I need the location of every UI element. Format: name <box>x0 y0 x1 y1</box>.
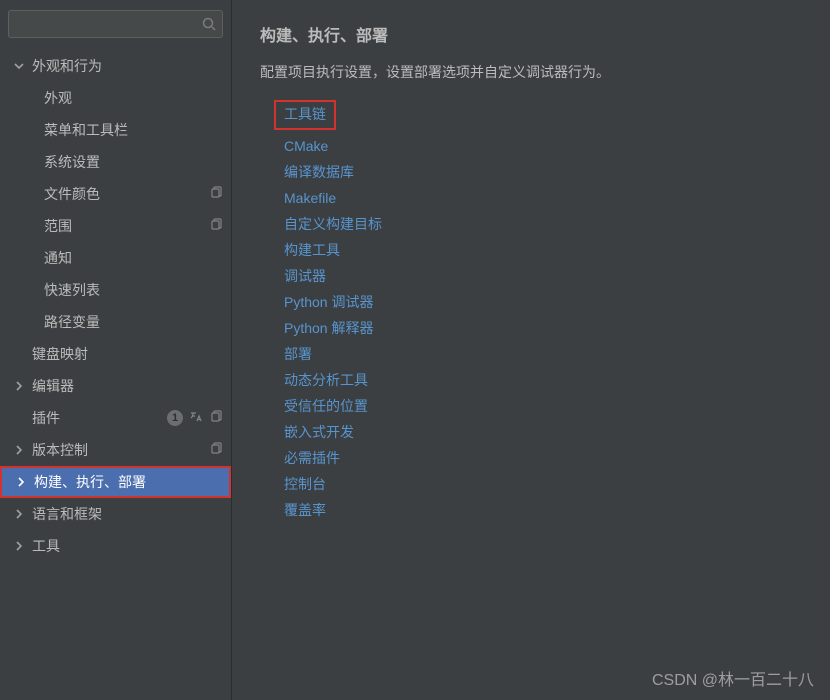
settings-link[interactable]: 调试器 <box>284 266 326 286</box>
project-scope-icon <box>209 442 223 459</box>
settings-link[interactable]: 部署 <box>284 344 312 364</box>
chevron-down-icon <box>10 57 28 75</box>
sidebar-item-label: 范围 <box>44 216 209 236</box>
settings-link[interactable]: Python 调试器 <box>284 292 373 312</box>
main-panel: 构建、执行、部署 配置项目执行设置，设置部署选项并自定义调试器行为。 工具链 CM… <box>232 0 830 700</box>
settings-links: 工具链 CMake 编译数据库 Makefile 自定义构建目标构建工具调试器 Pytho… <box>260 100 802 520</box>
sidebar-item-label: 外观 <box>44 88 223 108</box>
sidebar-item[interactable]: 文件颜色 <box>0 178 231 210</box>
sidebar-item-label: 插件 <box>32 408 167 428</box>
search-input[interactable] <box>8 10 223 38</box>
chevron-right-icon <box>10 505 28 523</box>
sidebar-item-label: 构建、执行、部署 <box>34 472 221 492</box>
project-scope-icon <box>209 218 223 235</box>
project-scope-icon <box>209 186 223 203</box>
sidebar-item[interactable]: 语言和框架 <box>0 498 231 530</box>
settings-link[interactable]: Makefile <box>284 188 336 208</box>
sidebar-item[interactable]: 版本控制 <box>0 434 231 466</box>
settings-link[interactable]: 嵌入式开发 <box>284 422 354 442</box>
sidebar-item-label: 外观和行为 <box>32 56 223 76</box>
sidebar-item-label: 编辑器 <box>32 376 223 396</box>
sidebar-item-label: 路径变量 <box>44 312 223 332</box>
sidebar-item[interactable]: 键盘映射 <box>0 338 231 370</box>
sidebar-item[interactable]: 插件1 <box>0 402 231 434</box>
sidebar-item[interactable]: 外观和行为 <box>0 50 231 82</box>
settings-link[interactable]: 覆盖率 <box>284 500 326 520</box>
sidebar-item-label: 快速列表 <box>44 280 223 300</box>
sidebar-item-label: 通知 <box>44 248 223 268</box>
settings-link[interactable]: 自定义构建目标 <box>284 214 382 234</box>
settings-link[interactable]: 编译数据库 <box>284 162 354 182</box>
search-wrap <box>0 0 231 46</box>
sidebar-item-label: 工具 <box>32 536 223 556</box>
sidebar-item[interactable]: 范围 <box>0 210 231 242</box>
search-icon <box>201 16 217 32</box>
sidebar-item-label: 菜单和工具栏 <box>44 120 223 140</box>
chevron-right-icon <box>10 537 28 555</box>
sidebar-item[interactable]: 工具 <box>0 530 231 562</box>
settings-sidebar: 外观和行为外观菜单和工具栏系统设置文件颜色范围通知快速列表路径变量键盘映射编辑器… <box>0 0 232 700</box>
sidebar-item-label: 文件颜色 <box>44 184 209 204</box>
settings-link[interactable]: 必需插件 <box>284 448 340 468</box>
project-scope-icon <box>209 410 223 427</box>
sidebar-item[interactable]: 路径变量 <box>0 306 231 338</box>
settings-link[interactable]: 工具链 <box>274 100 336 130</box>
sidebar-item[interactable]: 外观 <box>0 82 231 114</box>
sidebar-item[interactable]: 快速列表 <box>0 274 231 306</box>
chevron-right-icon <box>12 473 30 491</box>
sidebar-item[interactable]: 编辑器 <box>0 370 231 402</box>
watermark: CSDN @林一百二十八 <box>652 666 814 690</box>
settings-link[interactable]: Python 解释器 <box>284 318 373 338</box>
sidebar-item-label: 版本控制 <box>32 440 209 460</box>
update-badge: 1 <box>167 410 183 426</box>
chevron-right-icon <box>10 441 28 459</box>
settings-link[interactable]: 控制台 <box>284 474 326 494</box>
page-description: 配置项目执行设置，设置部署选项并自定义调试器行为。 <box>260 62 802 82</box>
sidebar-item[interactable]: 通知 <box>0 242 231 274</box>
chevron-right-icon <box>10 377 28 395</box>
settings-link[interactable]: CMake <box>284 136 328 156</box>
language-icon <box>189 410 203 427</box>
sidebar-item-label: 语言和框架 <box>32 504 223 524</box>
settings-link[interactable]: 动态分析工具 <box>284 370 368 390</box>
sidebar-item[interactable]: 构建、执行、部署 <box>0 466 231 498</box>
settings-link[interactable]: 构建工具 <box>284 240 340 260</box>
sidebar-item[interactable]: 系统设置 <box>0 146 231 178</box>
sidebar-item-label: 系统设置 <box>44 152 223 172</box>
page-title: 构建、执行、部署 <box>260 22 802 46</box>
settings-link[interactable]: 受信任的位置 <box>284 396 368 416</box>
settings-tree: 外观和行为外观菜单和工具栏系统设置文件颜色范围通知快速列表路径变量键盘映射编辑器… <box>0 46 231 700</box>
sidebar-item[interactable]: 菜单和工具栏 <box>0 114 231 146</box>
sidebar-item-label: 键盘映射 <box>32 344 223 364</box>
